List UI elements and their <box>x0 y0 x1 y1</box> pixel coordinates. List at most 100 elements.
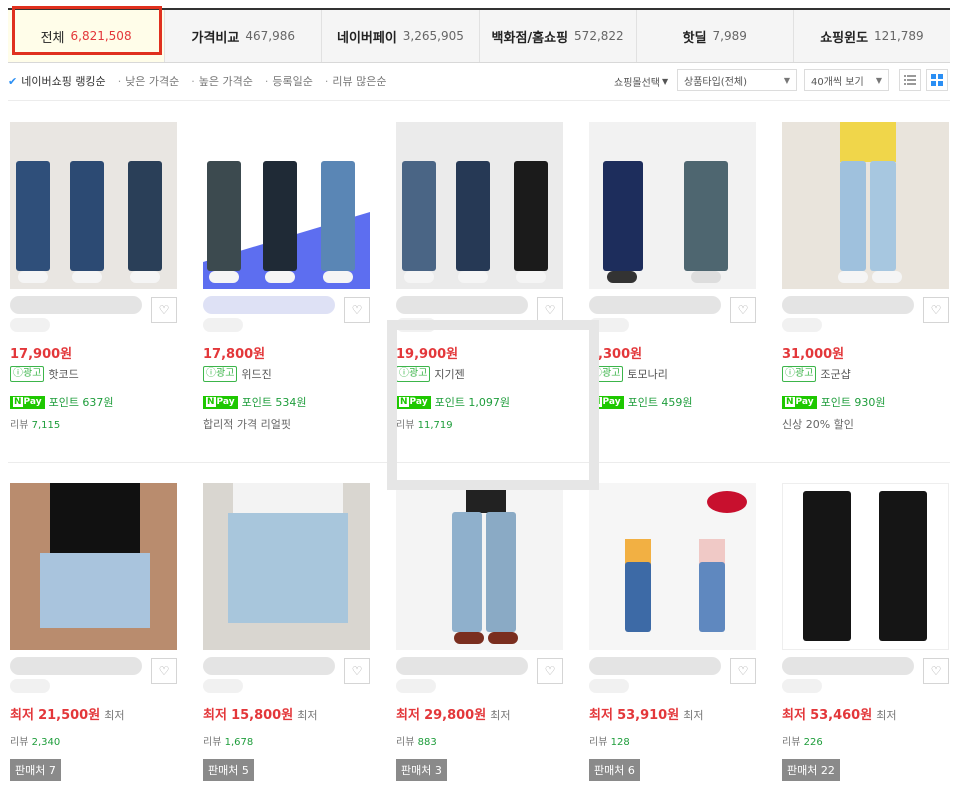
dot-icon: · <box>191 74 195 88</box>
promo-text: 신상 20% 할인 <box>782 418 854 431</box>
mall-name[interactable]: 지기젠 <box>434 366 464 382</box>
product-image[interactable] <box>589 483 756 650</box>
ad-tag[interactable]: ⓘ광고 <box>10 366 45 382</box>
review-count[interactable]: 리뷰 7,115 <box>10 416 60 431</box>
tab-count: 3,265,905 <box>402 29 464 43</box>
npay-point: N Pay 포인트 637원 <box>10 394 114 410</box>
heart-icon[interactable]: ♡ <box>151 297 177 323</box>
tab-price-compare[interactable]: 가격비교 467,986 <box>165 10 323 62</box>
list-view-button[interactable] <box>899 69 921 91</box>
product-image[interactable] <box>203 483 370 650</box>
sort-reviews[interactable]: · 리뷰 많은순 <box>325 73 387 89</box>
ad-tag[interactable]: ⓘ광고 <box>203 366 238 382</box>
tab-count: 7,989 <box>712 29 747 43</box>
tab-label: 전체 <box>40 30 65 46</box>
heart-icon[interactable]: ♡ <box>537 658 563 684</box>
product-image[interactable] <box>396 483 563 650</box>
tab-naver-pay[interactable]: 네이버페이 3,265,905 <box>322 10 480 62</box>
review-count[interactable]: 리뷰 226 <box>782 733 823 748</box>
ad-tag[interactable]: ⓘ광고 <box>396 366 431 382</box>
npay-logo: N Pay <box>396 395 431 409</box>
product-card[interactable]: ♡ 최저 53,460원 최저 리뷰 226 판매처 22 <box>782 483 949 781</box>
blurred-title <box>782 318 822 332</box>
product-card[interactable]: ♡ 31,000원 ⓘ광고 조군샵 N Pay 포인트 930원 신상 20% 할인 <box>782 122 949 431</box>
heart-icon[interactable]: ♡ <box>344 658 370 684</box>
tab-hot-deal[interactable]: 핫딜 7,989 <box>636 10 794 62</box>
grid-view-icon <box>931 74 943 86</box>
npay-logo: N Pay <box>589 395 624 409</box>
product-card[interactable]: ♡ 최저 29,800원 최저 리뷰 883 판매처 3 <box>396 483 563 781</box>
sort-low-price[interactable]: · 낮은 가격순 <box>118 73 180 89</box>
review-count[interactable]: 리뷰 128 <box>589 733 630 748</box>
mall-name[interactable]: 조군샵 <box>820 366 850 382</box>
seller-count-button[interactable]: 판매처 5 <box>203 759 254 781</box>
heart-icon[interactable]: ♡ <box>151 658 177 684</box>
heart-icon[interactable]: ♡ <box>344 297 370 323</box>
product-image[interactable] <box>782 483 949 650</box>
lowest-price: 최저 53,460원 최저 <box>782 708 897 723</box>
lowest-price: 최저 21,500원 최저 <box>10 708 125 723</box>
heart-icon[interactable]: ♡ <box>923 297 949 323</box>
ad-row: ⓘ광고 토모나리 <box>589 366 668 382</box>
product-card[interactable]: ♡ 최저 53,910원 최저 리뷰 128 판매처 6 <box>589 483 756 781</box>
tab-department-store[interactable]: 백화점/홈쇼핑 572,822 <box>479 10 637 62</box>
heart-icon[interactable]: ♡ <box>923 658 949 684</box>
product-image[interactable] <box>203 122 370 289</box>
mall-select[interactable]: 쇼핑몰선택 ▼ <box>614 74 668 89</box>
product-image[interactable] <box>589 122 756 289</box>
tab-shopping-window[interactable]: 쇼핑윈도 121,789 <box>793 10 951 62</box>
heart-icon[interactable]: ♡ <box>537 297 563 323</box>
product-card[interactable]: ♡ 최저 21,500원 최저 리뷰 2,340 판매처 7 <box>10 483 177 781</box>
review-count[interactable]: 리뷰 883 <box>396 733 437 748</box>
review-count[interactable]: 리뷰 2,340 <box>10 733 60 748</box>
product-image[interactable] <box>10 122 177 289</box>
product-image[interactable] <box>396 122 563 289</box>
product-card[interactable]: ♡ 5,300원 ⓘ광고 토모나리 N Pay 포인트 459원 <box>589 122 756 409</box>
ad-label: 광고 <box>602 368 621 379</box>
tab-all[interactable]: 전체 6,821,508 <box>8 10 166 62</box>
blurred-title <box>396 679 436 693</box>
review-count[interactable]: 리뷰 11,719 <box>396 416 453 431</box>
npay-logo: N Pay <box>203 395 238 409</box>
product-card[interactable]: ♡ 17,800원 ⓘ광고 위드진 N Pay 포인트 534원 합리적 가격 리얼핏 <box>203 122 370 431</box>
ad-tag[interactable]: ⓘ광고 <box>589 366 624 382</box>
tab-count: 6,821,508 <box>70 29 132 43</box>
mall-name[interactable]: 위드진 <box>241 366 271 382</box>
mall-name[interactable]: 핫코드 <box>48 366 78 382</box>
blurred-title <box>396 318 436 332</box>
mall-name[interactable]: 토모나리 <box>627 366 667 382</box>
heart-icon[interactable]: ♡ <box>730 297 756 323</box>
product-image[interactable] <box>782 122 949 289</box>
point-text: 포인트 1,097원 <box>434 396 511 409</box>
tab-label: 네이버페이 <box>336 30 397 46</box>
seller-count-button[interactable]: 판매처 6 <box>589 759 640 781</box>
product-card[interactable]: ♡ 17,900원 ⓘ광고 핫코드 N Pay 포인트 637원 리뷰 7,115 <box>10 122 177 431</box>
ad-tag[interactable]: ⓘ광고 <box>782 366 817 382</box>
npay-point: N Pay 포인트 534원 <box>203 394 307 410</box>
blurred-title <box>782 679 822 693</box>
npay-point: N Pay 포인트 930원 <box>782 394 886 410</box>
blurred-title <box>10 296 142 314</box>
review-count[interactable]: 리뷰 1,678 <box>203 733 253 748</box>
sort-label: 높은 가격순 <box>198 75 253 88</box>
product-image[interactable] <box>10 483 177 650</box>
point-text: 포인트 459원 <box>627 396 693 409</box>
seller-count-button[interactable]: 판매처 7 <box>10 759 61 781</box>
seller-count-button[interactable]: 판매처 3 <box>396 759 447 781</box>
product-type-select[interactable]: 상품타입(전체) ▼ <box>677 69 797 91</box>
heart-icon[interactable]: ♡ <box>730 658 756 684</box>
blurred-title <box>782 296 914 314</box>
blurred-title <box>203 679 243 693</box>
sort-newest[interactable]: · 등록일순 <box>265 73 313 89</box>
per-page-select[interactable]: 40개씩 보기 ▼ <box>804 69 889 91</box>
blurred-title <box>396 296 528 314</box>
seller-count-button[interactable]: 판매처 22 <box>782 759 840 781</box>
blurred-title <box>10 679 50 693</box>
sort-ranking[interactable]: ✔ 네이버쇼핑 랭킹순 <box>8 73 106 89</box>
price: 5,300원 <box>589 347 643 362</box>
product-card[interactable]: ♡ 최저 15,800원 최저 리뷰 1,678 판매처 5 <box>203 483 370 781</box>
sort-high-price[interactable]: · 높은 가격순 <box>191 73 253 89</box>
grid-view-button[interactable] <box>926 69 948 91</box>
product-card[interactable]: ♡ 19,900원 ⓘ광고 지기젠 N Pay 포인트 1,097원 리뷰 11,71… <box>396 122 563 431</box>
blurred-title <box>589 318 629 332</box>
